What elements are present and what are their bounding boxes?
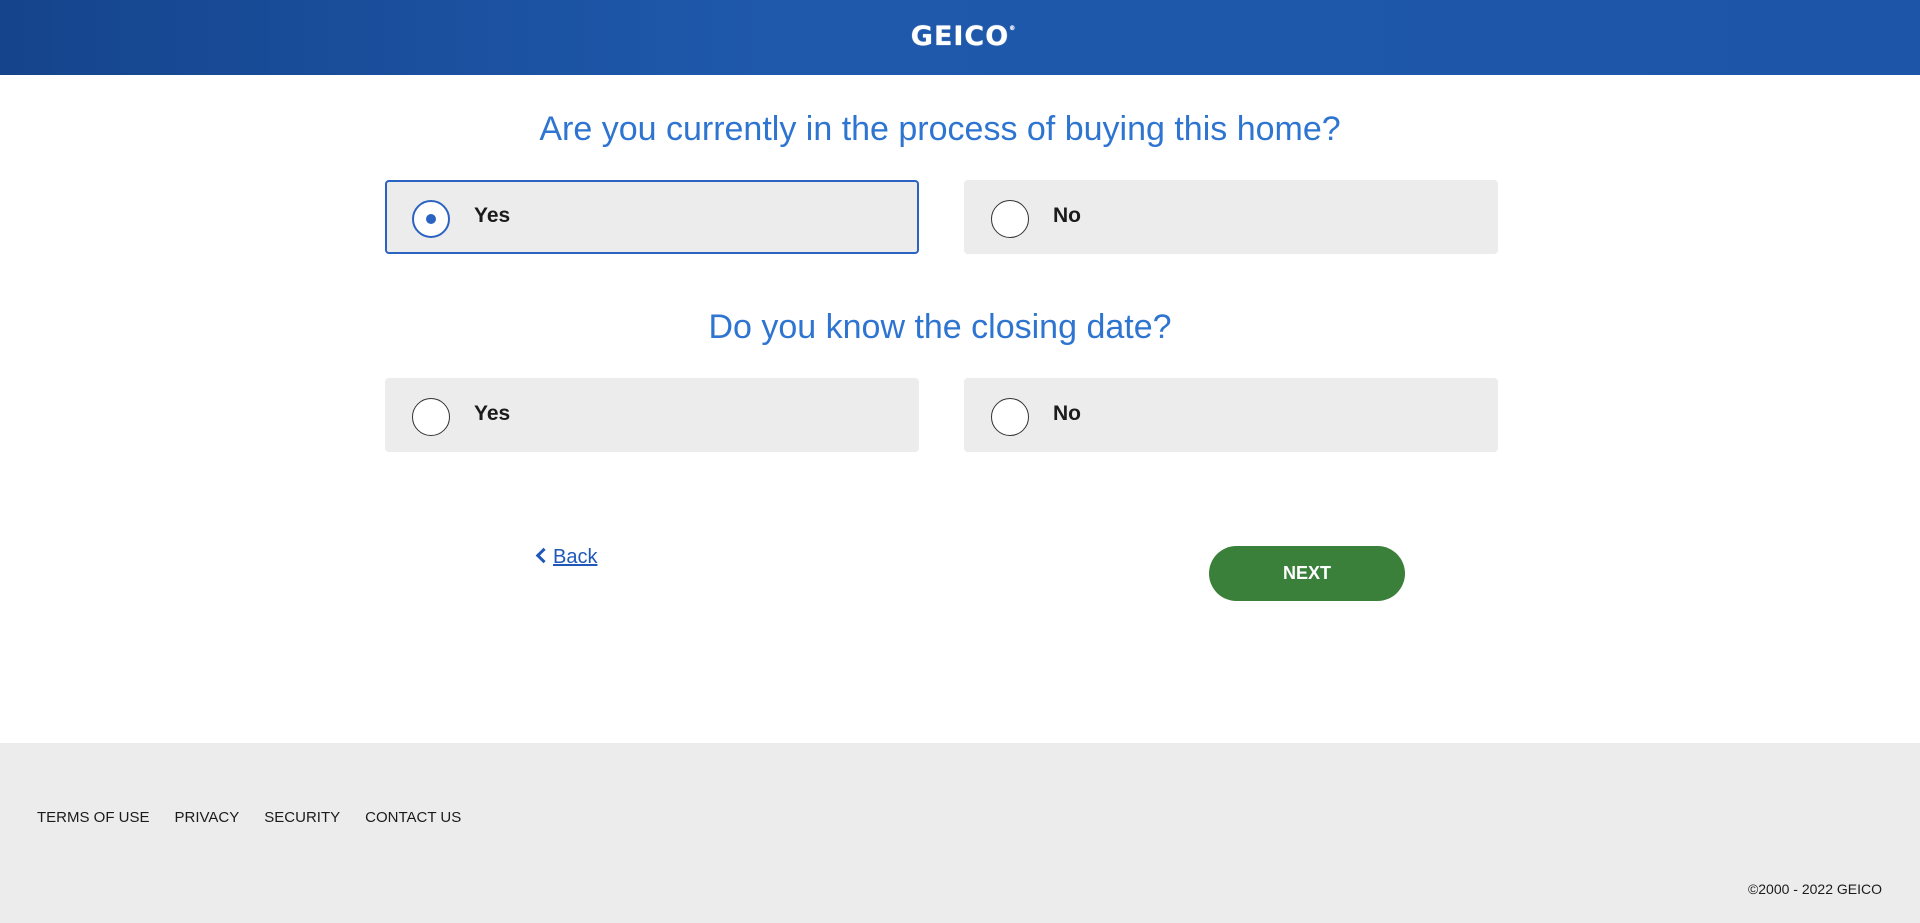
footer-link-contact[interactable]: CONTACT US	[365, 809, 461, 826]
option-label: Yes	[474, 204, 511, 227]
logo-text: GEICO	[910, 21, 1010, 52]
option-label: Yes	[474, 402, 511, 425]
radio-button[interactable]	[412, 398, 450, 436]
option-label: No	[1053, 402, 1081, 425]
option-closing-yes[interactable]: Yes	[385, 378, 919, 452]
question-closing-date: Do you know the closing date?	[708, 308, 1172, 346]
copyright-text: ©2000 - 2022 GEICO	[1747, 881, 1882, 897]
radio-button[interactable]	[412, 200, 450, 238]
question-buying-home: Are you currently in the process of buyi…	[539, 110, 1341, 148]
footer-link-security[interactable]: SECURITY	[264, 809, 340, 826]
footer-link-privacy[interactable]: PRIVACY	[175, 809, 240, 826]
radio-button[interactable]	[991, 398, 1029, 436]
radio-button[interactable]	[991, 200, 1029, 238]
geico-logo[interactable]: GEICO ®	[0, 20, 1920, 54]
site-footer: TERMS OF USE PRIVACY SECURITY CONTACT US…	[0, 743, 1920, 923]
next-button[interactable]: NEXT	[1209, 546, 1405, 601]
footer-link-terms[interactable]: TERMS OF USE	[37, 809, 150, 826]
option-buying-no[interactable]: No	[964, 180, 1498, 254]
registered-mark: ®	[1009, 25, 1016, 32]
option-closing-no[interactable]: No	[964, 378, 1498, 452]
chevron-left-icon	[535, 547, 552, 564]
back-link[interactable]: Back	[535, 546, 598, 569]
option-buying-yes[interactable]: Yes	[385, 180, 919, 254]
radio-selected-dot	[426, 214, 436, 224]
footer-links: TERMS OF USE PRIVACY SECURITY CONTACT US	[37, 809, 461, 826]
site-header: GEICO ®	[0, 0, 1920, 75]
back-label: Back	[553, 546, 598, 568]
option-label: No	[1053, 204, 1081, 227]
